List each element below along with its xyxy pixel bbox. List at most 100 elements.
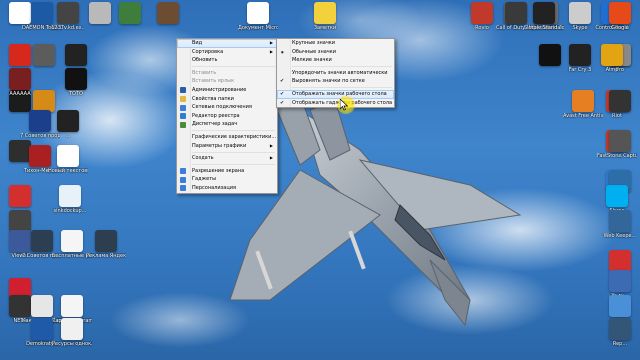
app-icon [9,185,31,207]
menu-item-label: Вставить ярлык [192,78,235,85]
ctx-item-4[interactable]: Вставить [177,69,277,78]
app-icon [572,90,594,112]
menu-separator [192,151,275,153]
app-icon [569,2,591,24]
desktop-icon[interactable]: Google [600,2,640,31]
view-item-4[interactable]: Упорядочить значки автоматически [277,69,394,78]
ctx-item-10[interactable]: Диспетчер задач [177,120,277,129]
menu-item-icon [180,168,186,175]
desktop-icon-label: Google [611,25,629,31]
desktop-icon-label: Web Keepe... [603,233,637,239]
ctx-item-17[interactable]: Разрешение экрана [177,167,277,176]
desktop-icon[interactable]: Web Keepe... [600,210,640,239]
menu-separator [192,130,275,132]
desktop-icon[interactable]: Ресурсы одноклас... [52,318,92,347]
view-submenu: Крупные значки ● Обычные значки Мелкие знач… [276,38,395,109]
menu-item-label: Разрешение экрана [192,167,245,174]
ctx-item-19[interactable]: Персонализация [177,184,277,193]
view-item-5[interactable]: ✔ Выровнять значки по сетке [277,77,394,86]
desktop-icon[interactable]: ... [48,110,88,139]
app-icon [9,210,31,232]
ctx-item-12[interactable]: Графические характеристики... [177,133,277,142]
app-icon [9,68,31,90]
menu-item-icon [180,121,186,128]
menu-item-label: Свойства папки [192,95,234,102]
view-item-8[interactable]: ✔Отображать гаджеты рабочего стола [277,99,394,108]
desktop-icon[interactable]: AAAAAA [0,68,40,97]
desktop-icon[interactable] [56,44,96,67]
desktop-icon-label: Aimp [605,67,619,73]
menu-item-label: Вид [192,40,203,46]
ctx-item-8[interactable]: Сетевые подключения [177,103,277,112]
ctx-item-5[interactable]: Вставить ярлык [177,77,277,86]
desktop-icon[interactable]: Aimp [592,44,632,73]
app-icon [31,230,53,252]
menu-item-label: Выровнять значки по сетке [292,78,365,85]
desktop-icon[interactable]: Rep... [600,318,640,347]
menu-item-icon [180,96,186,103]
desktop-background[interactable]: DAEMON Tools Lite123Tv.kd.ex..Документ M… [0,0,640,360]
app-icon [609,90,631,112]
desktop-icon[interactable] [600,90,640,113]
menu-separator [192,164,275,166]
desktop-icon-label: Реклама Яндекс [86,253,126,259]
desktop-icon-label: AAAAAA [9,91,31,97]
app-icon [539,44,561,66]
desktop-icon[interactable]: Документ Microsoft [238,2,278,31]
view-item-1[interactable]: ● Обычные значки [277,48,394,57]
menu-item-label: Обычные значки [292,48,337,55]
app-icon [609,318,631,340]
app-icon [609,270,631,292]
view-item-2[interactable]: Мелкие значки [277,56,394,65]
view-item-7[interactable]: ✔ Отображать значки рабочего стола [277,89,394,99]
desktop-icon[interactable] [0,185,40,208]
menu-item-label: Упорядочить значки автоматически [292,69,388,76]
submenu-arrow-icon: ▶ [269,155,273,161]
desktop-icon[interactable]: Реклама Яндекс [86,230,126,259]
app-icon [609,130,631,152]
app-icon [89,2,111,24]
desktop-icon[interactable]: ... [600,130,640,159]
ctx-item-18[interactable]: Гаджеты [177,175,277,184]
ctx-item-9[interactable]: Редактор реестра [177,112,277,121]
menu-item-label: Гаджеты [192,176,217,183]
desktop-icon[interactable]: sinkdockup... [50,185,90,214]
ctx-item-0[interactable]: Вид ▶ [177,39,277,48]
desktop-icon[interactable]: Новый текстовый [48,145,88,174]
app-icon [119,2,141,24]
desktop-icon[interactable] [530,44,570,67]
menu-item-label: Сортировка [192,48,224,55]
submenu-arrow-icon: ▶ [269,40,273,45]
desktop-icon-label: Simple Standalone [524,25,564,31]
app-icon [59,185,81,207]
desktop-icon-label: 123Tv.kd.ex.. [51,25,85,31]
desktop-icon-label: Ресурсы одноклас... [52,341,92,347]
view-item-0[interactable]: Крупные значки [277,39,394,48]
ctx-item-15[interactable]: Создать ▶ [177,154,277,163]
app-icon [314,2,336,24]
desktop-icon-label: ... [65,133,71,139]
menu-item-label: Администрирование [192,86,247,93]
desktop-icon-label: ... [617,153,623,159]
ctx-item-13[interactable]: Параметры графики ▶ [177,142,277,151]
submenu-arrow-icon: ▶ [269,142,273,148]
app-icon [157,2,179,24]
menu-item-icon [180,113,186,120]
ctx-item-7[interactable]: Свойства папки [177,95,277,104]
app-icon [601,44,623,66]
ctx-item-2[interactable]: Обновить [177,56,277,65]
app-icon [61,318,83,340]
desktop-icon[interactable]: TOTO [56,68,96,97]
menu-item-label: Отображать значки рабочего стола [292,90,387,97]
app-icon [57,2,79,24]
ctx-item-6[interactable]: Администрирование [177,86,277,95]
checkmark-icon: ✔ [280,78,285,85]
ctx-item-1[interactable]: Сортировка ▶ [177,48,277,57]
desktop-icon[interactable] [110,2,150,25]
desktop-icon[interactable] [148,2,188,25]
desktop-icon[interactable]: Simple Standalone [524,2,564,31]
app-icon [609,210,631,232]
app-icon [609,295,631,317]
app-icon [247,2,269,24]
desktop-icon[interactable]: Заметки [305,2,345,31]
